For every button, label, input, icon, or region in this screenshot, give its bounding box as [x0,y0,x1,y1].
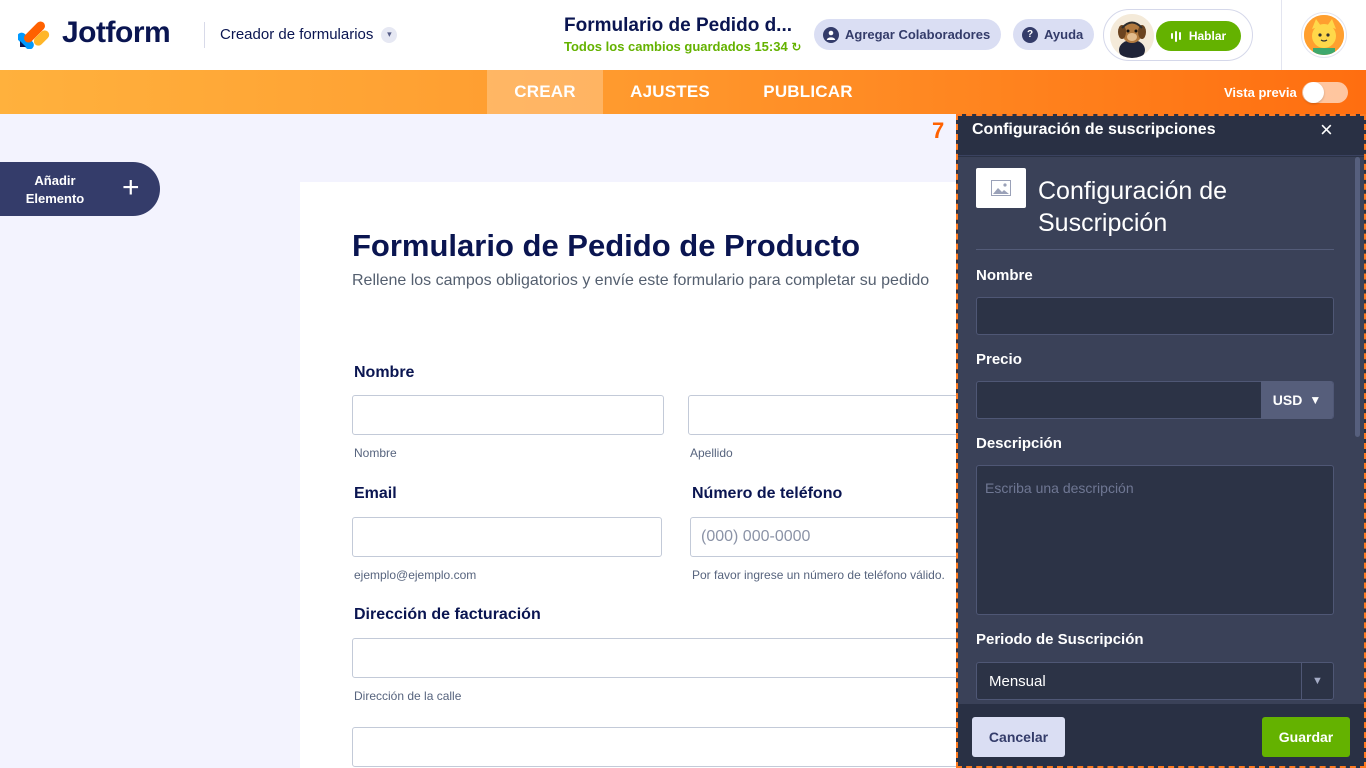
image-icon [991,180,1011,196]
add-element-button[interactable]: Añadir Elemento + [0,162,160,216]
form-title[interactable]: Formulario de Pedido de Producto [352,228,860,264]
panel-body[interactable]: Configuración de Suscripción Nombre Prec… [958,157,1364,704]
user-avatar[interactable] [1302,13,1346,57]
tab-crear[interactable]: CREAR [487,70,603,114]
email-field-label: Email [354,485,397,502]
close-icon[interactable]: × [1320,117,1333,143]
builder-dropdown[interactable]: Creador de formularios ▾ [220,26,398,43]
panel-separator [976,249,1334,250]
header-divider-right [1281,0,1282,70]
last-name-help: Apellido [690,446,733,460]
preview-label: Vista previa [1224,85,1297,100]
description-label: Descripción [976,435,1062,452]
description-textarea[interactable]: Escriba una descripción [976,465,1334,615]
saved-status: Todos los cambios guardados 15:34 ↻ [564,39,801,54]
panel-scrollbar[interactable] [1355,157,1360,437]
price-input[interactable]: USD ▼ [976,381,1334,419]
form-title-header[interactable]: Formulario de Pedido d... [564,15,792,37]
panel-header-title: Configuración de suscripciones [972,121,1216,138]
caret-down-icon: ▼ [1301,663,1333,699]
top-header: Jotform Creador de formularios ▾ Formula… [0,0,1366,70]
plus-icon: + [122,171,140,204]
jotform-logo[interactable]: Jotform [17,16,171,50]
talk-button[interactable]: Hablar [1156,21,1241,51]
first-name-input[interactable] [352,395,664,435]
phone-placeholder: (000) 000-0000 [701,528,811,545]
phone-field-label: Número de teléfono [692,485,843,502]
preview-toggle[interactable] [1302,82,1348,103]
caret-down-icon: ▼ [1309,393,1322,407]
tab-ajustes[interactable]: AJUSTES [618,70,722,114]
email-input[interactable] [352,517,662,557]
jotform-logo-icon [17,17,50,50]
name-field-label: Nombre [354,364,415,381]
tab-publicar[interactable]: PUBLICAR [750,70,866,114]
phone-help: Por favor ingrese un número de teléfono … [692,568,945,582]
description-placeholder: Escriba una descripción [985,480,1134,496]
user-icon [823,26,839,43]
currency-select[interactable]: USD ▼ [1261,381,1333,419]
step-number-badge: 7 [932,118,945,143]
question-icon: ? [1022,26,1038,43]
billing-field-label: Dirección de facturación [354,606,541,623]
add-element-label: Añadir Elemento [25,173,85,206]
help-label: Ayuda [1044,27,1084,42]
subscription-name-label: Nombre [976,267,1033,284]
street-address-help: Dirección de la calle [354,689,462,703]
product-image-upload[interactable] [976,168,1026,208]
agent-avatar [1110,14,1154,58]
subscription-settings-panel: Configuración de suscripciones × Configu… [956,114,1366,768]
period-label: Periodo de Suscripción [976,631,1144,648]
talk-label: Hablar [1188,29,1227,43]
panel-footer: Cancelar Guardar [958,704,1364,766]
builder-label: Creador de formularios [220,26,374,43]
street-address-line2-input[interactable] [352,727,1012,767]
header-divider [204,22,205,48]
sound-wave-icon [1170,30,1183,42]
email-help: ejemplo@ejemplo.com [354,568,477,582]
add-collaborators-label: Agregar Colaboradores [845,27,991,42]
ai-agent-widget[interactable]: Hablar [1103,9,1253,61]
form-subtitle[interactable]: Rellene los campos obligatorios y envíe … [352,272,929,290]
toggle-knob [1303,82,1324,103]
help-button[interactable]: ? Ayuda [1013,19,1095,50]
form-canvas: Formulario de Pedido de Producto Rellene… [300,182,1012,768]
currency-value: USD [1272,392,1303,408]
period-select[interactable]: Mensual ▼ [976,662,1334,700]
panel-header: Configuración de suscripciones × [958,116,1364,156]
brand-name: Jotform [62,16,171,49]
period-value: Mensual [989,672,1046,690]
builder-nav: CREAR AJUSTES PUBLICAR Vista previa [0,70,1366,114]
add-collaborators-button[interactable]: Agregar Colaboradores [814,19,1002,50]
cancel-button[interactable]: Cancelar [972,717,1065,757]
chevron-down-icon: ▾ [381,26,398,43]
price-label: Precio [976,351,1022,368]
refresh-icon: ↻ [791,40,802,54]
street-address-input[interactable] [352,638,1012,678]
first-name-help: Nombre [354,446,397,460]
panel-title: Configuración de Suscripción [1038,177,1228,237]
save-button[interactable]: Guardar [1262,717,1350,757]
subscription-name-input[interactable] [976,297,1334,335]
saved-status-text: Todos los cambios guardados 15:34 [564,39,788,54]
